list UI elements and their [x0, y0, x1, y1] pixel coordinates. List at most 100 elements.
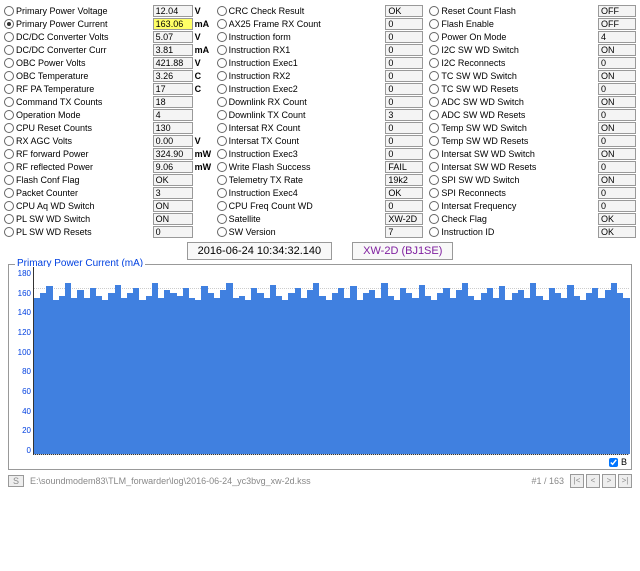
radio-select[interactable]	[217, 97, 227, 107]
radio-select[interactable]	[217, 6, 227, 16]
radio-select[interactable]	[429, 162, 439, 172]
timestamp-box: 2016-06-24 10:34:32.140	[187, 242, 333, 260]
radio-select[interactable]	[429, 71, 439, 81]
radio-select[interactable]	[217, 188, 227, 198]
field-label: Flash Enable	[441, 19, 596, 29]
radio-select[interactable]	[4, 214, 14, 224]
radio-select[interactable]	[429, 149, 439, 159]
field-value: OK	[385, 5, 423, 17]
radio-select[interactable]	[217, 84, 227, 94]
field-label: Intersat TX Count	[229, 136, 384, 146]
field-label: CPU Freq Count WD	[229, 201, 384, 211]
telemetry-row: RX AGC Volts0.00V	[4, 134, 211, 147]
field-value: 324.90	[153, 148, 193, 160]
field-label: I2C Reconnects	[441, 58, 596, 68]
radio-select[interactable]	[429, 201, 439, 211]
radio-select[interactable]	[429, 110, 439, 120]
telemetry-row: Power On Mode4	[429, 30, 636, 43]
sat-id-box: XW-2D (BJ1SE)	[352, 242, 453, 260]
pager-prev[interactable]: <	[586, 474, 600, 488]
field-label: Telemetry TX Rate	[229, 175, 384, 185]
field-value: OFF	[598, 18, 636, 30]
y-tick: 0	[27, 446, 31, 455]
s-button[interactable]: S	[8, 475, 24, 487]
radio-select[interactable]	[429, 97, 439, 107]
telemetry-row: RF forward Power324.90mW	[4, 147, 211, 160]
field-value: 19k2	[385, 174, 423, 186]
radio-select[interactable]	[217, 149, 227, 159]
telemetry-row: CRC Check ResultOK	[217, 4, 424, 17]
telemetry-row: ADC SW WD SwitchON	[429, 95, 636, 108]
radio-select[interactable]	[217, 45, 227, 55]
telemetry-row: Flash Conf FlagOK	[4, 173, 211, 186]
telemetry-row: Instruction form0	[217, 30, 424, 43]
radio-select[interactable]	[429, 175, 439, 185]
radio-select[interactable]	[4, 149, 14, 159]
radio-select[interactable]	[4, 84, 14, 94]
radio-select[interactable]	[4, 201, 14, 211]
checkbox-b[interactable]	[609, 458, 618, 467]
field-label: ADC SW WD Resets	[441, 110, 596, 120]
radio-select[interactable]	[217, 58, 227, 68]
radio-select[interactable]	[429, 58, 439, 68]
y-tick: 40	[22, 407, 31, 416]
telemetry-row: DC/DC Converter Curr3.81mA	[4, 43, 211, 56]
pager-first[interactable]: |<	[570, 474, 584, 488]
radio-select[interactable]	[4, 97, 14, 107]
radio-select[interactable]	[4, 6, 14, 16]
field-value: 0	[385, 96, 423, 108]
radio-select[interactable]	[429, 45, 439, 55]
radio-select[interactable]	[429, 123, 439, 133]
radio-select[interactable]	[429, 32, 439, 42]
pager-next[interactable]: >	[602, 474, 616, 488]
radio-select[interactable]	[429, 227, 439, 237]
radio-select[interactable]	[4, 71, 14, 81]
radio-select[interactable]	[217, 71, 227, 81]
radio-select[interactable]	[217, 214, 227, 224]
radio-select[interactable]	[4, 32, 14, 42]
field-label: Instruction Exec1	[229, 58, 384, 68]
radio-select[interactable]	[429, 84, 439, 94]
chart-bar	[623, 298, 629, 454]
radio-select[interactable]	[4, 227, 14, 237]
radio-select[interactable]	[4, 162, 14, 172]
radio-select[interactable]	[429, 19, 439, 29]
field-value: 0	[385, 57, 423, 69]
field-label: PL SW WD Switch	[16, 214, 151, 224]
radio-select[interactable]	[4, 175, 14, 185]
radio-select[interactable]	[217, 201, 227, 211]
telemetry-row: AX25 Frame RX Count0	[217, 17, 424, 30]
radio-select[interactable]	[217, 162, 227, 172]
radio-select[interactable]	[4, 136, 14, 146]
radio-select[interactable]	[217, 19, 227, 29]
field-label: AX25 Frame RX Count	[229, 19, 384, 29]
radio-select[interactable]	[217, 227, 227, 237]
radio-select[interactable]	[429, 6, 439, 16]
radio-select[interactable]	[4, 123, 14, 133]
field-unit: C	[193, 84, 211, 94]
field-label: Instruction Exec2	[229, 84, 384, 94]
field-value: 3.26	[153, 70, 193, 82]
radio-select[interactable]	[217, 110, 227, 120]
radio-select[interactable]	[429, 214, 439, 224]
pager-last[interactable]: >|	[618, 474, 632, 488]
radio-select[interactable]	[4, 188, 14, 198]
radio-select[interactable]	[4, 110, 14, 120]
radio-select[interactable]	[217, 136, 227, 146]
telemetry-row: SatelliteXW-2D	[217, 212, 424, 225]
radio-select[interactable]	[429, 188, 439, 198]
telemetry-row: PL SW WD Resets0	[4, 225, 211, 238]
radio-select[interactable]	[217, 32, 227, 42]
radio-select[interactable]	[429, 136, 439, 146]
field-label: Instruction Exec4	[229, 188, 384, 198]
telemetry-row: SW Version7	[217, 225, 424, 238]
radio-select[interactable]	[4, 19, 14, 29]
telemetry-row: PL SW WD SwitchON	[4, 212, 211, 225]
radio-select[interactable]	[217, 123, 227, 133]
radio-select[interactable]	[4, 58, 14, 68]
radio-select[interactable]	[217, 175, 227, 185]
field-value: 3	[153, 187, 193, 199]
radio-select[interactable]	[4, 45, 14, 55]
telemetry-row: Primary Power Current163.06mA	[4, 17, 211, 30]
field-label: Flash Conf Flag	[16, 175, 151, 185]
